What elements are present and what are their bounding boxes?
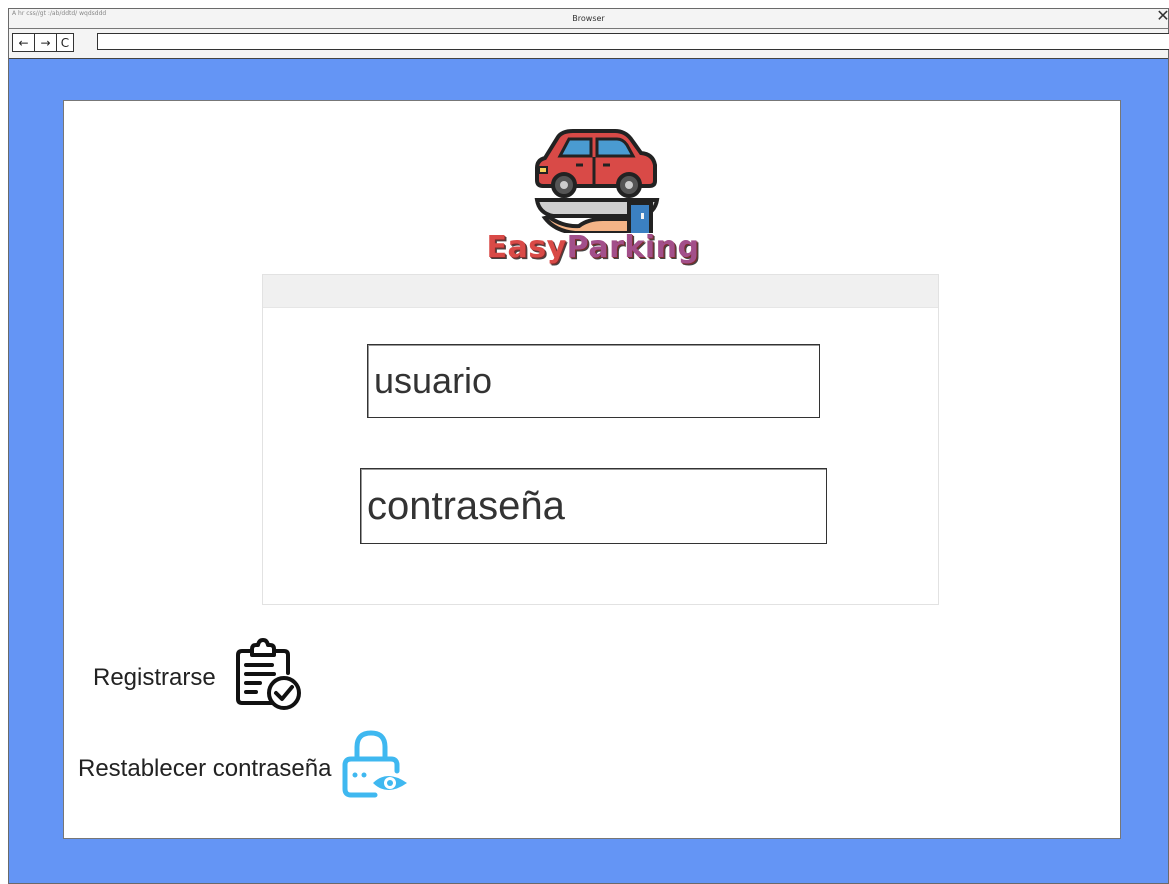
reset-password-label: Restablecer contraseña [78,754,332,782]
close-icon[interactable]: ✕ [1156,8,1169,26]
logo-text: EasyParking [463,230,723,265]
logo-text-part2: Parking [566,230,700,265]
register-link[interactable]: Registrarse [93,637,304,718]
panel-header [263,275,938,308]
title-bar: A hr css//gt :/ab/ddtd/ wqdsddd Browser … [9,8,1169,29]
lock-eye-icon[interactable] [339,729,411,808]
nav-buttons: ← → C [12,33,74,52]
username-field[interactable]: usuario [367,344,820,418]
browser-window: A hr css//gt :/ab/ddtd/ wqdsddd Browser … [8,8,1169,884]
logo-text-part1: Easy [486,230,567,265]
register-label: Registrarse [93,663,216,691]
login-panel: usuario contraseña [262,274,939,605]
car-on-hand-icon [534,129,660,233]
password-field[interactable]: contraseña [360,468,827,544]
browser-toolbar: ← → C [9,29,1169,59]
clipboard-check-icon[interactable] [230,637,304,718]
reload-icon[interactable]: C [56,34,73,51]
login-card: EasyParking usuario contraseña Registrar… [63,100,1121,839]
address-bar[interactable] [97,33,1169,50]
back-icon[interactable]: ← [13,34,34,51]
window-title: Browser [572,14,605,23]
forward-icon[interactable]: → [34,34,56,51]
easyparking-logo: EasyParking [463,123,723,265]
reset-password-link[interactable]: Restablecer contraseña [78,729,411,808]
